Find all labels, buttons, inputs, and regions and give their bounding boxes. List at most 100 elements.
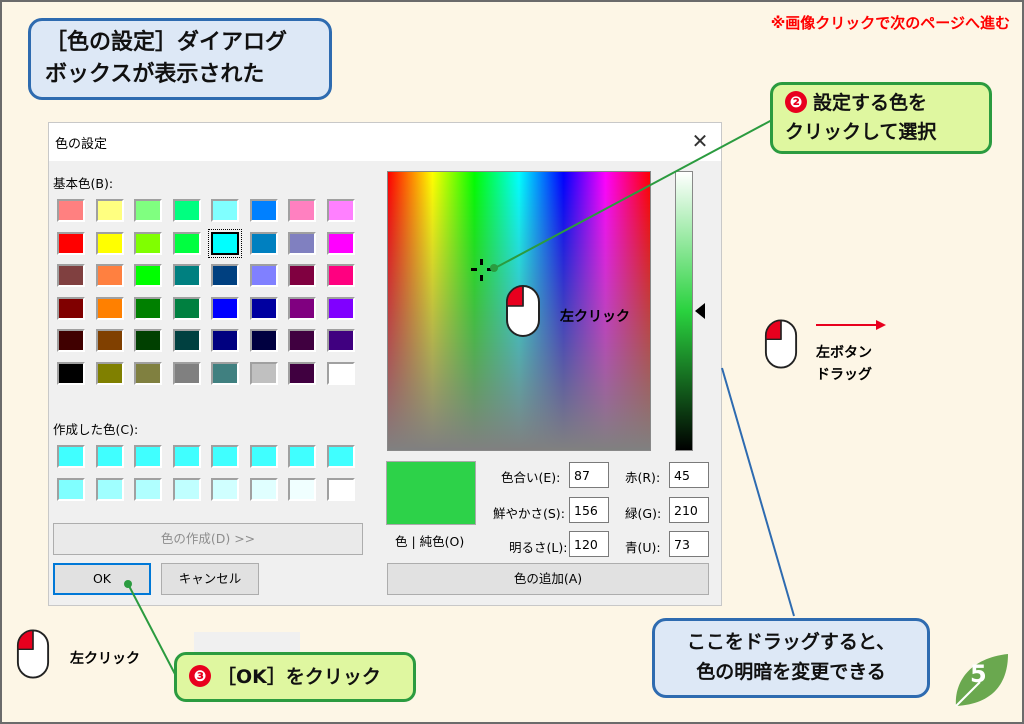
dialog-titlebar: 色の設定 ✕ <box>49 123 721 161</box>
custom-color-swatch-0-3[interactable] <box>172 445 201 468</box>
basic-color-swatch-5-3[interactable] <box>172 361 201 385</box>
basic-color-swatch-4-4[interactable] <box>211 329 239 352</box>
basic-color-swatch-0-2[interactable] <box>134 199 162 222</box>
custom-color-swatch-0-4[interactable] <box>211 445 239 468</box>
basic-color-swatch-5-0[interactable] <box>57 361 85 385</box>
left-click-label-2: 左クリック <box>70 651 140 667</box>
custom-color-swatch-0-2[interactable] <box>134 445 162 468</box>
dialog-title: 色の設定 <box>55 137 108 152</box>
left-drag-label-2: ドラッグ <box>816 367 872 383</box>
basic-color-swatch-4-2[interactable] <box>134 329 162 352</box>
basic-color-swatch-3-6[interactable] <box>288 296 316 320</box>
custom-color-swatch-1-2[interactable] <box>134 477 162 501</box>
basic-color-swatch-1-2[interactable] <box>134 231 162 255</box>
custom-color-swatch-0-6[interactable] <box>288 445 316 468</box>
basic-color-swatch-2-0[interactable] <box>57 264 85 287</box>
basic-color-swatch-0-4[interactable] <box>211 199 239 222</box>
basic-color-swatch-0-5[interactable] <box>249 199 278 222</box>
basic-color-swatch-1-7[interactable] <box>326 231 355 255</box>
custom-color-swatch-0-5[interactable] <box>249 445 278 468</box>
define-custom-colors-button[interactable]: 色の作成(D) >> <box>53 523 363 555</box>
mouse-drag-icon <box>764 319 798 369</box>
crosshair-icon <box>471 259 493 281</box>
basic-color-swatch-0-1[interactable] <box>95 199 124 222</box>
basic-color-swatch-4-3[interactable] <box>172 329 201 352</box>
luminosity-bar[interactable] <box>675 171 693 451</box>
basic-color-swatch-1-4[interactable] <box>208 228 242 258</box>
ok-button[interactable]: OK <box>53 563 151 595</box>
basic-color-swatch-2-6[interactable] <box>288 264 316 287</box>
left-click-label: 左クリック <box>560 309 630 325</box>
basic-color-swatch-5-5[interactable] <box>249 361 278 385</box>
basic-color-swatch-5-6[interactable] <box>288 361 316 385</box>
basic-color-swatch-4-6[interactable] <box>288 329 316 352</box>
basic-color-swatch-3-5[interactable] <box>249 296 278 320</box>
basic-color-swatch-3-7[interactable] <box>326 296 355 320</box>
custom-color-swatch-1-5[interactable] <box>249 477 278 501</box>
close-icon[interactable]: ✕ <box>685 127 715 155</box>
basic-color-swatch-1-3[interactable] <box>172 231 201 255</box>
next-page-hint[interactable]: ※画像クリックで次のページへ進む <box>771 12 1010 33</box>
step3-text: ［OK］をクリック <box>217 666 381 688</box>
basic-color-swatch-3-0[interactable] <box>57 296 85 320</box>
basic-color-swatch-2-1[interactable] <box>95 264 124 287</box>
red-field[interactable]: 45 <box>669 462 709 488</box>
basic-color-swatch-1-5[interactable] <box>249 231 278 255</box>
luminosity-field[interactable]: 120 <box>569 531 609 557</box>
green-label: 緑(G): <box>625 506 662 521</box>
basic-color-swatch-0-0[interactable] <box>57 199 85 222</box>
custom-color-swatch-1-6[interactable] <box>288 477 316 501</box>
basic-color-swatch-5-1[interactable] <box>95 361 124 385</box>
page-number: 5 <box>970 660 987 688</box>
basic-colors-label: 基本色(B): <box>53 176 114 191</box>
basic-color-swatch-2-5[interactable] <box>249 264 278 287</box>
basic-color-swatch-2-4[interactable] <box>211 264 239 287</box>
cancel-button[interactable]: キャンセル <box>161 563 259 595</box>
basic-color-swatch-2-2[interactable] <box>134 264 162 287</box>
green-field[interactable]: 210 <box>669 497 709 523</box>
background-block <box>194 632 300 652</box>
basic-color-swatch-0-7[interactable] <box>326 199 355 222</box>
color-preview <box>386 461 476 525</box>
basic-color-swatch-1-1[interactable] <box>95 231 124 255</box>
custom-color-swatch-1-4[interactable] <box>211 477 239 501</box>
hue-field[interactable]: 87 <box>569 462 609 488</box>
basic-color-swatch-1-0[interactable] <box>57 231 85 255</box>
custom-color-swatch-0-1[interactable] <box>95 445 124 468</box>
add-to-custom-colors-button[interactable]: 色の追加(A) <box>387 563 709 595</box>
custom-color-swatch-1-7[interactable] <box>326 477 355 501</box>
blue-label: 青(U): <box>625 540 661 555</box>
basic-color-swatch-2-3[interactable] <box>172 264 201 287</box>
basic-color-swatch-4-0[interactable] <box>57 329 85 352</box>
basic-color-swatch-3-4[interactable] <box>211 296 239 320</box>
drag-explanation-callout: ここをドラッグすると、 色の明暗を変更できる <box>652 618 930 698</box>
step3-number-badge: ❸ <box>189 665 211 687</box>
custom-color-swatch-0-7[interactable] <box>326 445 355 468</box>
custom-color-swatch-0-0[interactable] <box>57 445 85 468</box>
saturation-field[interactable]: 156 <box>569 497 609 523</box>
basic-color-swatch-3-1[interactable] <box>95 296 124 320</box>
step2-text: 設定する色を <box>813 92 928 114</box>
basic-color-swatch-0-6[interactable] <box>288 199 316 222</box>
basic-color-swatch-2-7[interactable] <box>326 264 355 287</box>
step3-callout: ❸ ［OK］をクリック <box>174 652 416 702</box>
basic-color-swatch-3-2[interactable] <box>134 296 162 320</box>
custom-color-swatch-1-1[interactable] <box>95 477 124 501</box>
basic-color-swatch-4-7[interactable] <box>326 329 355 352</box>
basic-color-swatch-5-4[interactable] <box>211 361 239 385</box>
blue-field[interactable]: 73 <box>669 531 709 557</box>
basic-color-swatch-5-2[interactable] <box>134 361 162 385</box>
custom-color-swatch-1-0[interactable] <box>57 477 85 501</box>
custom-colors-label: 作成した色(C): <box>53 422 139 437</box>
basic-color-swatch-3-3[interactable] <box>172 296 201 320</box>
basic-color-swatch-4-5[interactable] <box>249 329 278 352</box>
hue-label: 色合い(E): <box>501 470 561 485</box>
step2-callout: ❷ 設定する色を クリックして選択 <box>770 82 992 154</box>
luminosity-slider-arrow-icon[interactable] <box>695 303 705 319</box>
basic-color-swatch-5-7[interactable] <box>326 361 355 385</box>
basic-color-swatch-0-3[interactable] <box>172 199 201 222</box>
custom-color-swatch-1-3[interactable] <box>172 477 201 501</box>
basic-color-swatch-4-1[interactable] <box>95 329 124 352</box>
basic-color-swatch-1-6[interactable] <box>288 231 316 255</box>
color-solid-label: 色 | 純色(O) <box>395 534 465 549</box>
